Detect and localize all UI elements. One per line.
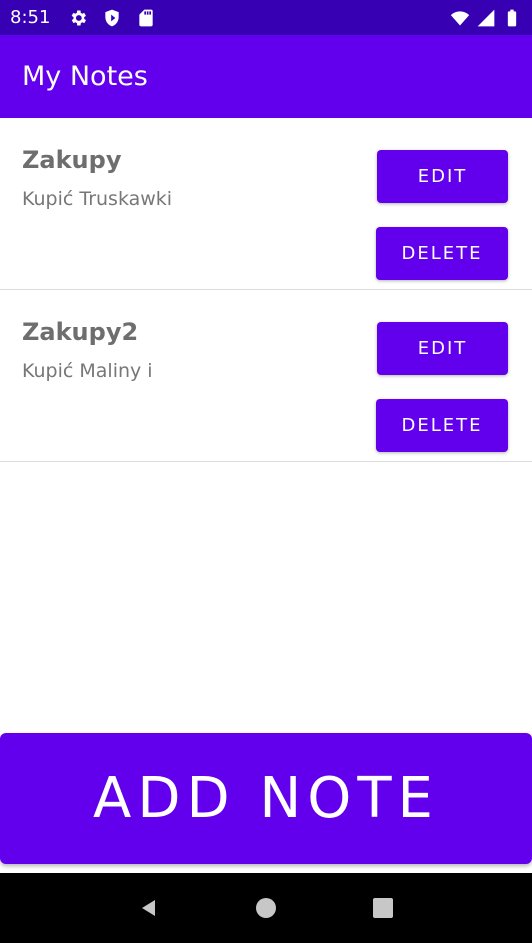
delete-button[interactable]: DELETE [376,399,508,452]
edit-button[interactable]: EDIT [377,150,508,203]
shield-icon [102,8,122,28]
note-body: Kupić Truskawki [22,188,173,210]
sd-card-icon [136,8,156,28]
app-bar: My Notes [0,35,532,118]
delete-button[interactable]: DELETE [376,227,508,280]
battery-icon [502,8,522,28]
status-bar: 8:51 [0,0,532,35]
home-icon[interactable] [253,895,279,921]
add-note-button[interactable]: ADD NOTE [0,733,532,864]
note-body: Kupić Maliny i [22,360,153,382]
list-item: Zakupy2 Kupić Maliny i EDIT DELETE [0,290,532,462]
status-left-icons [68,8,156,28]
gear-icon [68,8,88,28]
recents-icon[interactable] [370,895,396,921]
status-right-icons [450,8,522,28]
edit-button[interactable]: EDIT [377,322,508,375]
note-title: Zakupy [22,146,122,174]
back-icon[interactable] [136,895,162,921]
wifi-icon [450,8,470,28]
note-title: Zakupy2 [22,318,139,346]
page-title: My Notes [22,61,148,92]
signal-icon [476,8,496,28]
list-item: Zakupy Kupić Truskawki EDIT DELETE [0,118,532,290]
notes-list: Zakupy Kupić Truskawki EDIT DELETE Zakup… [0,118,532,462]
navigation-bar [0,873,532,943]
status-time: 8:51 [10,7,51,28]
